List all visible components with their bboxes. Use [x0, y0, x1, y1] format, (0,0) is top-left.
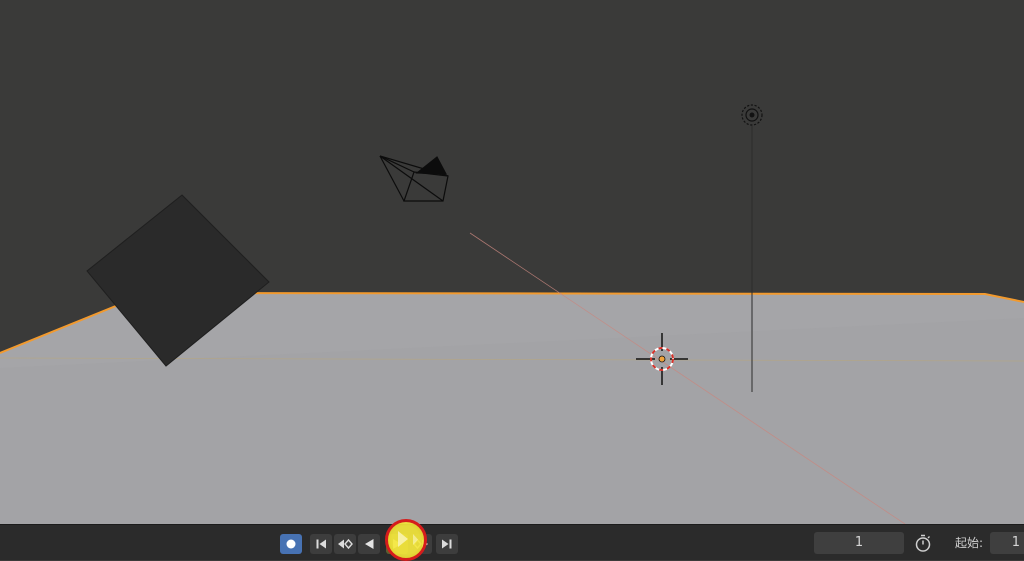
play-icon	[393, 539, 402, 549]
jump-to-end-icon	[442, 539, 452, 549]
start-frame-field[interactable]: 1	[990, 532, 1024, 554]
record-icon	[286, 539, 296, 549]
jump-to-keyframe-forward-icon	[413, 538, 428, 550]
play-reverse-icon	[365, 539, 374, 549]
jump-to-keyframe-back-icon	[338, 538, 353, 550]
start-frame-label: 起始:	[955, 536, 984, 550]
3d-viewport[interactable]	[0, 0, 1024, 524]
viewport-scene	[0, 104, 1024, 524]
jump-to-start-button[interactable]	[310, 534, 332, 554]
record-button[interactable]	[280, 534, 302, 554]
jump-to-start-icon	[316, 539, 326, 549]
current-frame-field[interactable]: 1	[814, 532, 904, 554]
play-reverse-button[interactable]	[358, 534, 380, 554]
stopwatch-icon[interactable]	[913, 533, 933, 553]
camera-object[interactable]	[379, 155, 449, 202]
jump-to-keyframe-back-button[interactable]	[334, 534, 356, 554]
play-button[interactable]	[386, 534, 408, 554]
jump-to-end-button[interactable]	[436, 534, 458, 554]
jump-to-keyframe-forward-button[interactable]	[410, 534, 432, 554]
timeline-bar: 1 起始: 1	[0, 524, 1024, 560]
